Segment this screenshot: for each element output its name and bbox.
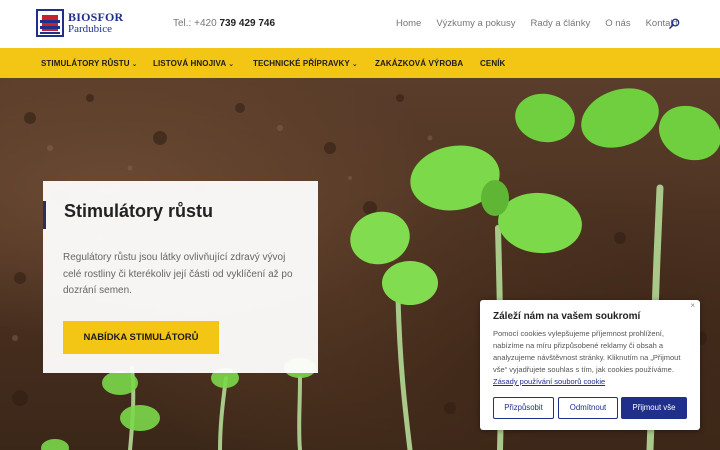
cookie-policy-link[interactable]: Zásady používání souborů cookie xyxy=(493,377,605,386)
reject-button[interactable]: Odmítnout xyxy=(558,397,618,419)
menu-item-label: CENÍK xyxy=(480,59,506,68)
logo-line2: Pardubice xyxy=(68,23,112,35)
accept-all-button[interactable]: Přijmout vše xyxy=(621,397,687,419)
close-icon[interactable]: × xyxy=(690,301,695,310)
cookie-title: Záleží nám na vašem soukromí xyxy=(493,311,641,322)
customize-button[interactable]: Přizpůsobit xyxy=(493,397,554,419)
menu-item-label: ZAKÁZKOVÁ VÝROBA xyxy=(375,59,464,68)
top-nav: Home Výzkumy a pokusy Rady a články O ná… xyxy=(396,18,678,29)
hero-image: Stimulátory růstu Regulátory růstu jsou … xyxy=(0,78,720,450)
logo-text: BIOSFOR Pardubice xyxy=(68,11,123,35)
nav-research[interactable]: Výzkumy a pokusy xyxy=(436,18,515,29)
menu-item-technical-products[interactable]: TECHNICKÉ PŘÍPRAVKY ⌄ xyxy=(253,59,358,68)
nav-home[interactable]: Home xyxy=(396,18,421,29)
hero-title: Stimulátory růstu xyxy=(64,201,214,221)
menu-item-pricelist[interactable]: CENÍK xyxy=(480,59,505,68)
header: BIOSFOR Pardubice Tel.: +420 739 429 746… xyxy=(0,0,720,48)
stimulators-offer-button[interactable]: NABÍDKA STIMULÁTORŮ xyxy=(63,321,219,354)
hero-card: Stimulátory růstu Regulátory růstu jsou … xyxy=(43,181,318,373)
menu-item-foliar-fertilizers[interactable]: LISTOVÁ HNOJIVA ⌄ xyxy=(153,59,234,68)
cookie-text: Pomocí cookies vylepšujeme příjemnost pr… xyxy=(493,329,681,374)
phone-label: Tel.: +420 xyxy=(173,18,217,29)
hero-text: Regulátory růstu jsou látky ovlivňující … xyxy=(63,252,293,296)
chevron-down-icon: ⌄ xyxy=(228,61,235,68)
logo-line1: BIOSFOR xyxy=(68,10,124,24)
chevron-down-icon: ⌄ xyxy=(351,61,358,68)
nav-about[interactable]: O nás xyxy=(605,18,630,29)
phone: Tel.: +420 739 429 746 xyxy=(173,18,275,29)
cookie-body: Pomocí cookies vylepšujeme příjemnost pr… xyxy=(493,328,689,388)
menu-item-stimulators[interactable]: STIMULÁTORY RŮSTU ⌄ xyxy=(41,59,138,68)
logo-mark-icon xyxy=(36,9,64,37)
menu-item-label: LISTOVÁ HNOJIVA xyxy=(153,59,227,68)
search-icon[interactable] xyxy=(669,18,680,29)
menu-item-label: STIMULÁTORY RŮSTU xyxy=(41,59,130,68)
cookie-consent: × Záleží nám na vašem soukromí Pomocí co… xyxy=(480,300,700,430)
nav-articles[interactable]: Rady a články xyxy=(531,18,591,29)
main-menu: STIMULÁTORY RŮSTU ⌄ LISTOVÁ HNOJIVA ⌄ TECH… xyxy=(0,48,720,78)
menu-item-custom-production[interactable]: ZAKÁZKOVÁ VÝROBA xyxy=(375,59,463,68)
phone-number[interactable]: 739 429 746 xyxy=(219,18,275,29)
chevron-down-icon: ⌄ xyxy=(131,61,138,68)
title-accent-bar xyxy=(43,201,46,229)
menu-item-label: TECHNICKÉ PŘÍPRAVKY xyxy=(253,59,350,68)
logo[interactable]: BIOSFOR Pardubice xyxy=(36,9,123,37)
